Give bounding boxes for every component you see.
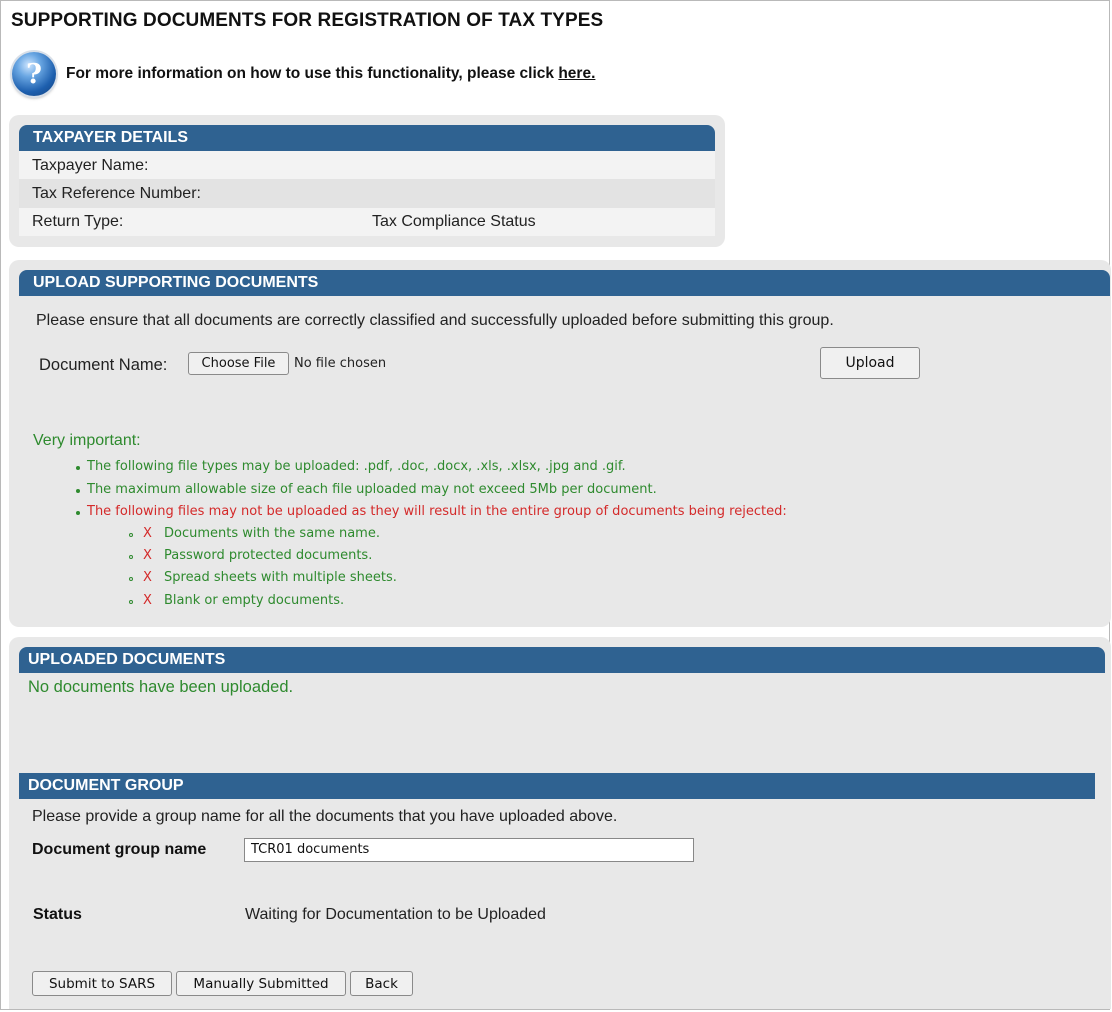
status-value: Waiting for Documentation to be Uploaded bbox=[245, 906, 546, 923]
bullet-dot bbox=[76, 489, 80, 493]
help-link[interactable]: here. bbox=[558, 65, 595, 82]
help-icon[interactable]: ? bbox=[12, 52, 56, 96]
group-name-label: Document group name bbox=[32, 841, 207, 858]
rejected-item: Password protected documents. bbox=[164, 548, 373, 563]
rejected-item: Spread sheets with multiple sheets. bbox=[164, 570, 397, 585]
rejected-item: Documents with the same name. bbox=[164, 526, 380, 541]
sub-bullet bbox=[129, 577, 133, 581]
back-button[interactable]: Back bbox=[350, 971, 413, 996]
return-type-value: Tax Compliance Status bbox=[372, 213, 536, 230]
very-important-title: Very important: bbox=[33, 432, 141, 449]
reject-x-icon: X bbox=[143, 548, 152, 563]
help-text: For more information on how to use this … bbox=[66, 65, 595, 83]
reject-x-icon: X bbox=[143, 526, 152, 541]
sub-bullet bbox=[129, 555, 133, 559]
reject-x-icon: X bbox=[143, 593, 152, 608]
document-group-header: DOCUMENT GROUP bbox=[19, 773, 1095, 799]
bullet-dot bbox=[76, 466, 80, 470]
file-types-note: The following file types may be uploaded… bbox=[87, 459, 626, 474]
page-title: SUPPORTING DOCUMENTS FOR REGISTRATION OF… bbox=[11, 10, 604, 31]
help-text-label: For more information on how to use this … bbox=[66, 65, 555, 82]
bullet-dot bbox=[76, 511, 80, 515]
upload-instruction: Please ensure that all documents are cor… bbox=[36, 312, 834, 329]
submit-to-sars-button[interactable]: Submit to SARS bbox=[32, 971, 172, 996]
help-row: ? For more information on how to use thi… bbox=[12, 52, 595, 96]
upload-button[interactable]: Upload bbox=[820, 347, 920, 379]
group-instruction: Please provide a group name for all the … bbox=[32, 808, 618, 825]
taxpayer-details-header: TAXPAYER DETAILS bbox=[19, 125, 715, 151]
sub-bullet bbox=[129, 600, 133, 604]
document-name-label: Document Name: bbox=[39, 356, 168, 374]
manually-submitted-button[interactable]: Manually Submitted bbox=[176, 971, 346, 996]
choose-file-button[interactable]: Choose File bbox=[188, 352, 289, 375]
taxpayer-name-label: Taxpayer Name: bbox=[32, 157, 149, 174]
status-label: Status bbox=[33, 906, 82, 923]
upload-header: UPLOAD SUPPORTING DOCUMENTS bbox=[19, 270, 1110, 296]
group-name-input[interactable]: TCR01 documents bbox=[244, 838, 694, 862]
taxpayer-row-return bbox=[19, 208, 715, 236]
no-file-chosen-text: No file chosen bbox=[294, 356, 387, 371]
tax-reference-label: Tax Reference Number: bbox=[32, 185, 201, 202]
reject-x-icon: X bbox=[143, 570, 152, 585]
rejected-files-intro: The following files may not be uploaded … bbox=[87, 504, 787, 519]
rejected-item: Blank or empty documents. bbox=[164, 593, 345, 608]
max-size-note: The maximum allowable size of each file … bbox=[87, 482, 657, 497]
no-documents-message: No documents have been uploaded. bbox=[28, 678, 294, 696]
return-type-label: Return Type: bbox=[32, 213, 124, 230]
uploaded-documents-header: UPLOADED DOCUMENTS bbox=[19, 647, 1105, 673]
sub-bullet bbox=[129, 533, 133, 537]
